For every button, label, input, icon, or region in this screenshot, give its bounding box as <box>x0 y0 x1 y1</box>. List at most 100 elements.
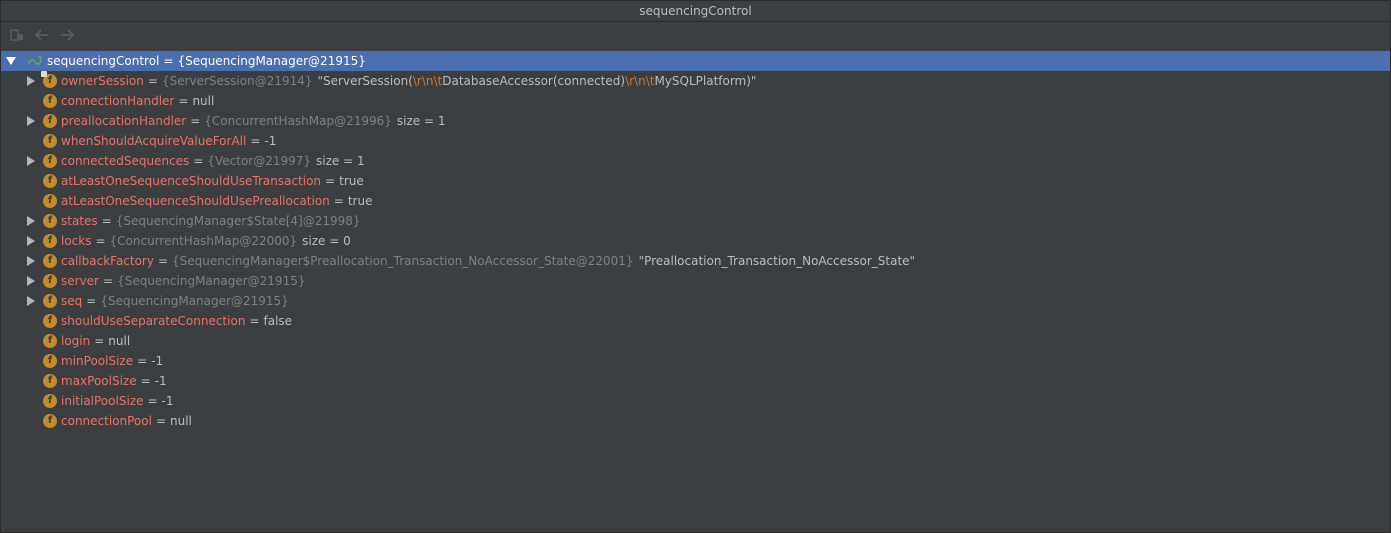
field-row-server[interactable]: f server = {SequencingManager@21915} <box>1 271 1390 291</box>
equals-sign: = <box>137 354 148 368</box>
field-name: locks <box>61 234 92 248</box>
field-type: {ServerSession@21914} <box>161 74 313 88</box>
restore-layout-icon[interactable] <box>8 27 25 44</box>
field-row-connectedSequences[interactable]: f connectedSequences = {Vector@21997} size =… <box>1 151 1390 171</box>
field-name: server <box>61 274 99 288</box>
root-type: {SequencingManager@21915} <box>177 54 366 68</box>
expand-triangle-icon[interactable] <box>25 151 37 171</box>
string-part: DatabaseAccessor(connected) <box>442 74 626 88</box>
forward-arrow-icon[interactable] <box>58 27 75 44</box>
field-row-minPoolSize[interactable]: f minPoolSize = -1 <box>1 351 1390 371</box>
string-part: "ServerSession( <box>317 74 413 88</box>
field-row-shouldUseSeparateConnection[interactable]: f shouldUseSeparateConnection = false <box>1 311 1390 331</box>
equals-sign: = <box>101 214 112 228</box>
field-row-atLeastOneSequenceShouldUsePreallocation[interactable]: f atLeastOneSequenceShouldUsePreallocatio… <box>1 191 1390 211</box>
field-name: initialPoolSize <box>61 394 144 408</box>
field-name: ownerSession <box>61 74 144 88</box>
expand-triangle-icon[interactable] <box>25 291 37 311</box>
field-type: {SequencingManager$Preallocation_Transac… <box>172 254 634 268</box>
variables-tree[interactable]: sequencingControl = {SequencingManager@2… <box>1 48 1390 431</box>
field-size: size = 1 <box>316 154 365 168</box>
root-equals: = <box>163 54 174 68</box>
field-icon: f <box>43 214 57 228</box>
field-row-states[interactable]: f states = {SequencingManager$State[4]@2199… <box>1 211 1390 231</box>
field-value: null <box>192 94 215 108</box>
field-icon: f <box>43 94 57 108</box>
equals-sign: = <box>325 174 336 188</box>
field-row-maxPoolSize[interactable]: f maxPoolSize = -1 <box>1 371 1390 391</box>
collapse-triangle-icon[interactable] <box>5 51 17 71</box>
equals-sign: = <box>140 374 151 388</box>
equals-sign: = <box>94 334 105 348</box>
field-name: login <box>61 334 91 348</box>
field-icon: f <box>43 334 57 348</box>
field-size: size = 1 <box>396 114 446 128</box>
field-type: {SequencingManager@21915} <box>117 274 306 288</box>
field-name: seq <box>61 294 83 308</box>
field-icon: f <box>43 394 57 408</box>
lock-icon <box>41 71 47 77</box>
field-string-value: "Preallocation_Transaction_NoAccessor_St… <box>638 254 916 268</box>
expand-triangle-icon[interactable] <box>25 71 37 91</box>
window-title: sequencingControl <box>1 1 1390 22</box>
field-row-seq[interactable]: f seq = {SequencingManager@21915} <box>1 291 1390 311</box>
field-icon: f <box>43 174 57 188</box>
escape-sequence: \r\n\t <box>625 74 655 88</box>
equals-sign: = <box>178 94 189 108</box>
root-variable-name: sequencingControl <box>47 54 160 68</box>
equals-sign: = <box>86 294 97 308</box>
equals-sign: = <box>147 394 158 408</box>
equals-sign: = <box>333 194 344 208</box>
field-value: null <box>108 334 131 348</box>
field-name: atLeastOneSequenceShouldUsePreallocation <box>61 194 330 208</box>
field-row-connectionHandler[interactable]: f connectionHandler = null <box>1 91 1390 111</box>
expand-triangle-icon[interactable] <box>25 271 37 291</box>
equals-sign: = <box>249 314 260 328</box>
field-icon: f <box>43 274 57 288</box>
field-value: true <box>339 174 364 188</box>
field-row-login[interactable]: f login = null <box>1 331 1390 351</box>
field-value: -1 <box>151 354 164 368</box>
field-row-locks[interactable]: f locks = {ConcurrentHashMap@22000} size = 0 <box>1 231 1390 251</box>
field-row-preallocationHandler[interactable]: f preallocationHandler = {ConcurrentHashMap… <box>1 111 1390 131</box>
expand-triangle-icon[interactable] <box>25 231 37 251</box>
field-row-whenShouldAcquireValueForAll[interactable]: f whenShouldAcquireValueForAll = -1 <box>1 131 1390 151</box>
equals-sign: = <box>250 134 261 148</box>
field-type: {SequencingManager@21915} <box>100 294 289 308</box>
field-row-connectionPool[interactable]: f connectionPool = null <box>1 411 1390 431</box>
field-name: minPoolSize <box>61 354 134 368</box>
field-string-value: "ServerSession( \r\n\tDatabaseAccessor(co… <box>313 71 757 91</box>
expand-triangle-icon[interactable] <box>25 111 37 131</box>
equals-sign: = <box>190 114 201 128</box>
expand-triangle-icon[interactable] <box>25 211 37 231</box>
field-icon: f <box>43 154 57 168</box>
field-row-callbackFactory[interactable]: f callbackFactory = {SequencingManager$Prea… <box>1 251 1390 271</box>
field-row-initialPoolSize[interactable]: f initialPoolSize = -1 <box>1 391 1390 411</box>
equals-sign: = <box>155 414 167 428</box>
equals-sign: = <box>193 154 204 168</box>
field-name: connectionPool <box>61 414 152 428</box>
tree-root-row[interactable]: sequencingControl = {SequencingManager@2… <box>1 51 1390 71</box>
field-name: preallocationHandler <box>61 114 187 128</box>
field-type: {Vector@21997} <box>207 154 312 168</box>
field-name: atLeastOneSequenceShouldUseTransaction <box>61 174 322 188</box>
field-size: size = 0 <box>302 234 351 248</box>
field-name: callbackFactory <box>61 254 154 268</box>
field-type: {SequencingManager$State[4]@21998} <box>115 214 361 228</box>
field-value: null <box>170 414 192 428</box>
back-arrow-icon[interactable] <box>33 27 50 44</box>
equals-sign: = <box>95 234 106 248</box>
field-row-atLeastOneSequenceShouldUseTransaction[interactable]: f atLeastOneSequenceShouldUseTransaction =… <box>1 171 1390 191</box>
field-name: connectedSequences <box>61 154 190 168</box>
field-icon: f <box>41 71 57 88</box>
expand-triangle-icon[interactable] <box>25 251 37 271</box>
field-name: maxPoolSize <box>61 374 137 388</box>
field-icon: f <box>43 114 57 128</box>
field-icon: f <box>43 294 57 308</box>
field-row-ownerSession[interactable]: f ownerSession = {ServerSession@21914} "Serv… <box>1 71 1390 91</box>
field-icon: f <box>43 414 57 428</box>
field-icon: f <box>43 354 57 368</box>
